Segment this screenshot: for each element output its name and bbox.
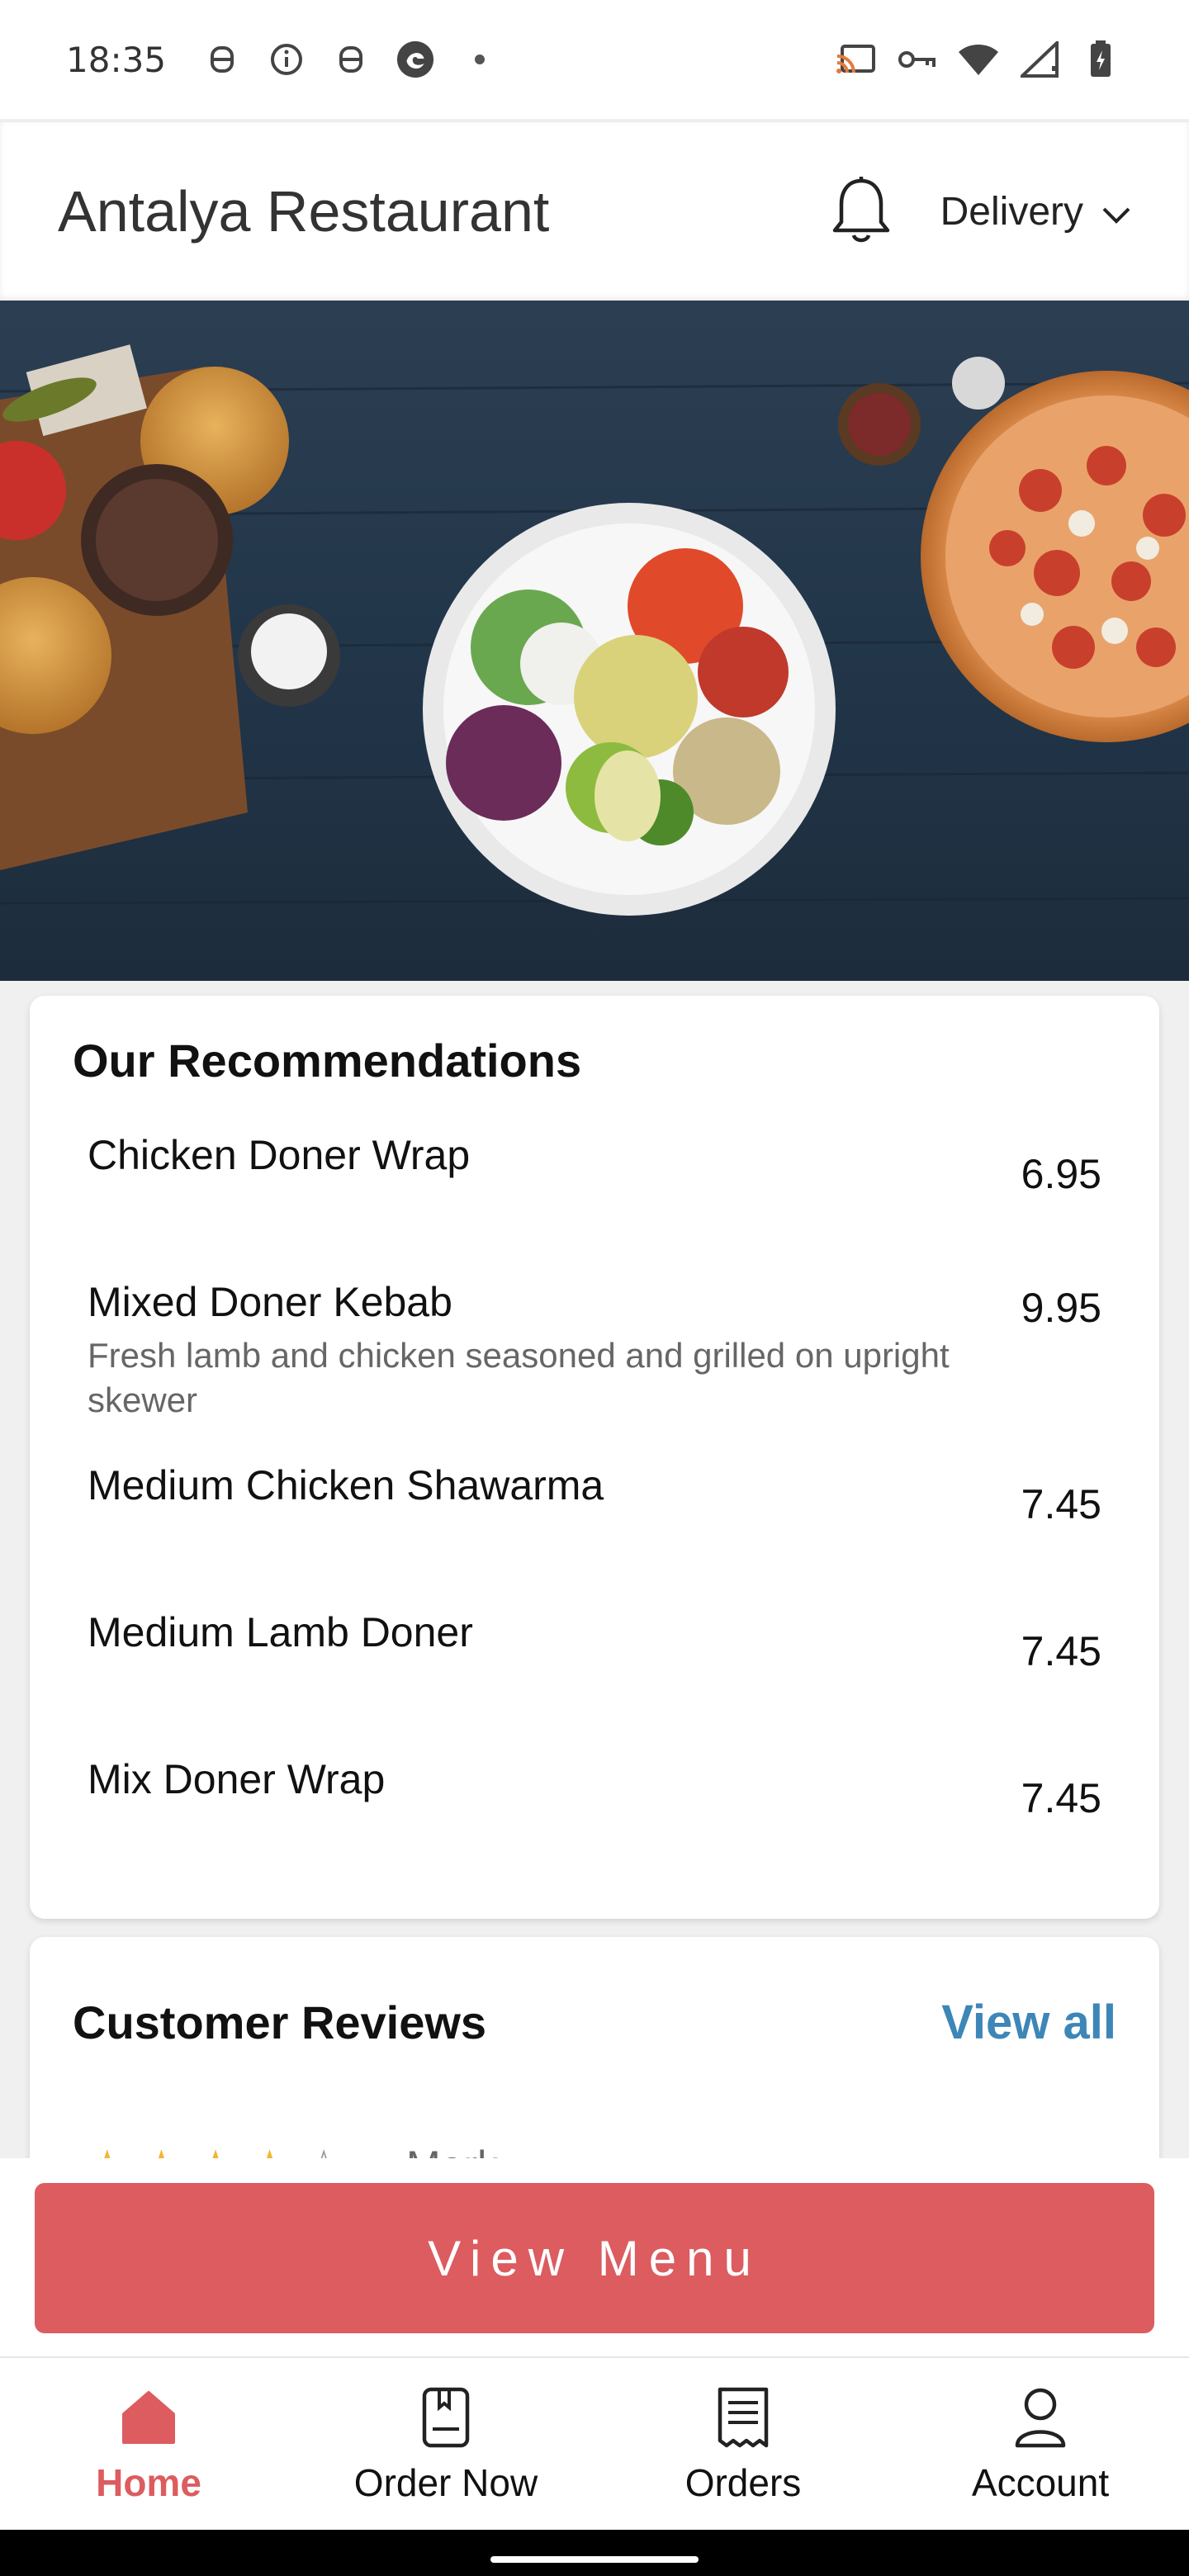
status-icons-right bbox=[834, 40, 1123, 79]
nav-item-home[interactable]: Home bbox=[0, 2358, 297, 2530]
recommendations-list: Chicken Doner Wrap 6.95 Mixed Doner Keba… bbox=[73, 1132, 1116, 1880]
person-icon bbox=[1007, 2383, 1073, 2452]
nav-label: Orders bbox=[685, 2461, 802, 2504]
cast-icon bbox=[834, 40, 879, 79]
gesture-handle[interactable] bbox=[490, 2556, 699, 2563]
nav-item-orders[interactable]: Orders bbox=[594, 2358, 892, 2530]
reviews-title: Customer Reviews bbox=[73, 1996, 487, 2048]
info-icon bbox=[267, 40, 306, 79]
recommendations-card: Our Recommendations Chicken Doner Wrap 6… bbox=[30, 996, 1159, 1919]
gesture-bar bbox=[0, 2530, 1189, 2576]
item-name: Medium Lamb Doner bbox=[88, 1609, 473, 1655]
recommendation-item[interactable]: Chicken Doner Wrap 6.95 bbox=[73, 1132, 1116, 1279]
vpn-key-icon bbox=[895, 40, 940, 79]
receipt-icon bbox=[710, 2383, 776, 2452]
chevron-down-icon bbox=[1101, 189, 1131, 234]
delivery-mode-dropdown[interactable]: Delivery bbox=[940, 189, 1131, 234]
nav-item-order-now[interactable]: Order Now bbox=[297, 2358, 594, 2530]
view-menu-area: View Menu bbox=[0, 2158, 1189, 2356]
reviews-header: Customer Reviews View all bbox=[73, 1995, 1116, 2050]
delivery-mode-label: Delivery bbox=[940, 189, 1083, 234]
nav-label: Account bbox=[971, 2461, 1110, 2504]
restaurant-name: Antalya Restaurant bbox=[58, 179, 550, 244]
item-name: Chicken Doner Wrap bbox=[88, 1132, 471, 1178]
item-price: 9.95 bbox=[1021, 1285, 1101, 1331]
item-price: 7.45 bbox=[1021, 1481, 1101, 1527]
nav-label: Home bbox=[96, 2461, 201, 2504]
order-book-icon bbox=[413, 2383, 479, 2452]
app-header: Antalya Restaurant Delivery bbox=[0, 121, 1189, 301]
nav-item-account[interactable]: Account bbox=[892, 2358, 1189, 2530]
wifi-icon bbox=[956, 40, 1001, 79]
battery-icon bbox=[1078, 40, 1123, 79]
item-description: Fresh lamb and chicken seasoned and gril… bbox=[88, 1335, 950, 1420]
nav-label: Order Now bbox=[353, 2461, 538, 2504]
bell-icon[interactable] bbox=[828, 174, 894, 249]
item-name: Medium Chicken Shawarma bbox=[88, 1462, 604, 1508]
status-bar: 18:35 bbox=[0, 0, 1189, 119]
recommendation-item[interactable]: Mix Doner Wrap 7.45 bbox=[73, 1756, 1116, 1880]
recommendation-item[interactable]: Medium Lamb Doner 7.45 bbox=[73, 1609, 1116, 1756]
item-price: 7.45 bbox=[1021, 1775, 1101, 1821]
status-time: 18:35 bbox=[66, 39, 167, 80]
notification-icon bbox=[331, 40, 371, 79]
notification-icon bbox=[202, 40, 242, 79]
home-icon bbox=[116, 2383, 182, 2452]
app-icon bbox=[396, 40, 435, 79]
view-all-link[interactable]: View all bbox=[941, 1995, 1116, 2050]
view-menu-button[interactable]: View Menu bbox=[35, 2183, 1154, 2333]
recommendation-item[interactable]: Mixed Doner Kebab Fresh lamb and chicken… bbox=[73, 1279, 1116, 1462]
hero-food-image bbox=[0, 301, 1189, 981]
item-name: Mix Doner Wrap bbox=[88, 1756, 386, 1802]
bottom-nav: Home Order Now Orders Account bbox=[0, 2356, 1189, 2530]
item-price: 7.45 bbox=[1021, 1628, 1101, 1674]
recommendation-item[interactable]: Medium Chicken Shawarma 7.45 bbox=[73, 1462, 1116, 1609]
item-name: Mixed Doner Kebab bbox=[88, 1279, 452, 1325]
dot-icon bbox=[460, 40, 500, 79]
recommendations-title: Our Recommendations bbox=[73, 1035, 582, 1087]
signal-icon bbox=[1017, 40, 1062, 79]
item-price: 6.95 bbox=[1021, 1151, 1101, 1197]
status-icons-left bbox=[202, 40, 500, 79]
